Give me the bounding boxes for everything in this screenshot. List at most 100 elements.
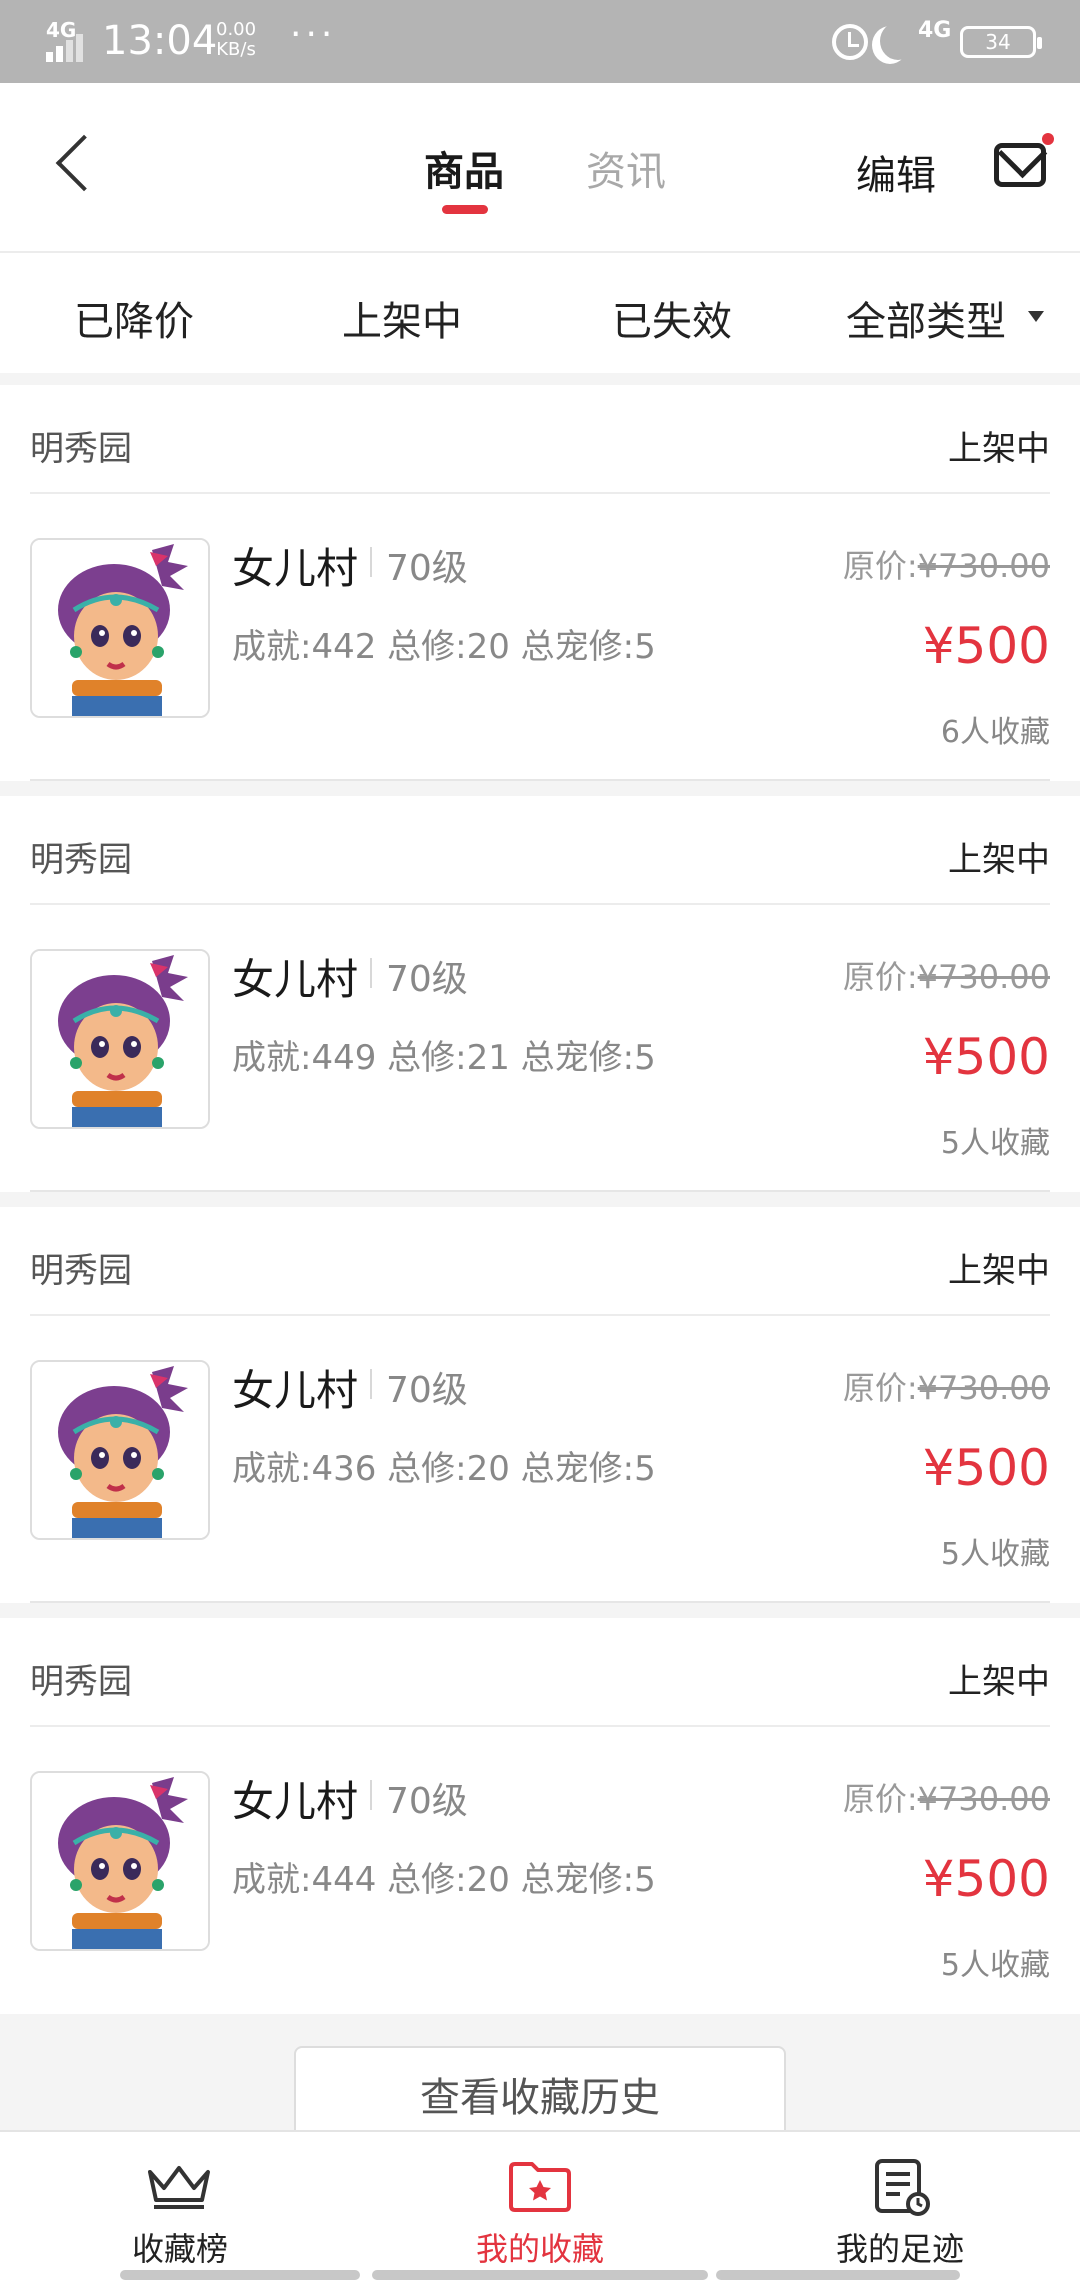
bottom-nav: 收藏榜 我的收藏 我的足迹: [0, 2130, 1080, 2280]
character-avatar-image: [32, 951, 208, 1127]
footprint-doc-icon: [875, 2159, 930, 2216]
character-level: 70级: [386, 548, 468, 589]
original-price: 原价:¥730.00: [843, 541, 1050, 587]
net-speed-unit: KB/s: [216, 39, 256, 60]
top-header: 商品 资讯 编辑: [0, 83, 1080, 253]
filter-expired[interactable]: 已失效: [612, 289, 732, 347]
filter-all-types[interactable]: 全部类型: [846, 289, 1006, 347]
original-price-label: 原价:: [842, 547, 918, 585]
nav-footprints[interactable]: 我的足迹: [720, 2132, 1080, 2280]
character-avatar-image: [32, 1362, 208, 1538]
original-price-label: 原价:: [842, 1780, 918, 1818]
listing-state: 上架中: [948, 1251, 1050, 1291]
nav-my-favorites[interactable]: 我的收藏: [360, 2132, 720, 2280]
favorite-count: 6人收藏: [940, 715, 1050, 750]
net-speed: 0.00 KB/s: [216, 20, 256, 60]
current-price: ¥500: [922, 1439, 1050, 1497]
current-price: ¥500: [922, 617, 1050, 675]
nav-my-favorites-label: 我的收藏: [475, 2230, 604, 2268]
divider: [30, 1601, 1050, 1603]
list-item[interactable]: 明秀园 上架中 女儿村 70级 成就:436 总修:20 总宠修:5 原价:¥7…: [0, 1207, 1080, 1603]
character-thumbnail[interactable]: [30, 1771, 210, 1951]
character-avatar-image: [32, 540, 208, 716]
more-notifications: ···: [290, 14, 337, 55]
original-price-value: ¥730.00: [917, 1369, 1050, 1407]
character-stats: 成就:449 总修:21 总宠修:5: [232, 1038, 656, 1078]
net-speed-value: 0.00: [216, 19, 257, 40]
character-stats: 成就:442 总修:20 总宠修:5: [232, 627, 656, 667]
do-not-disturb-icon: [880, 22, 916, 60]
unread-badge: [1042, 133, 1054, 145]
character-class: 女儿村: [232, 1366, 359, 1415]
nav-ranking-label: 收藏榜: [131, 2230, 228, 2268]
tab-goods[interactable]: 商品: [424, 139, 504, 197]
character-stats: 成就:444 总修:20 总宠修:5: [232, 1860, 656, 1900]
favorite-count: 5人收藏: [940, 1537, 1050, 1572]
favorite-count: 5人收藏: [940, 1126, 1050, 1161]
status-bar: 4G 13:04 0.00 KB/s ··· 4G 34: [0, 0, 1080, 83]
listing-state: 上架中: [948, 429, 1050, 469]
character-thumbnail[interactable]: [30, 538, 210, 718]
favorite-count: 5人收藏: [940, 1948, 1050, 1983]
character-class: 女儿村: [232, 1777, 359, 1826]
separator: [370, 547, 372, 577]
folder-star-icon: [509, 2162, 571, 2212]
shop-name: 明秀园: [30, 1662, 132, 1702]
list-item[interactable]: 明秀园 上架中 女儿村 70级 成就:449 总修:21 总宠修:5 原价:¥7…: [0, 796, 1080, 1192]
separator: [370, 958, 372, 988]
network-right: 4G: [918, 18, 952, 43]
clock: 13:04: [102, 18, 218, 64]
character-class: 女儿村: [232, 955, 359, 1004]
character-level: 70级: [386, 959, 468, 1000]
character-level: 70级: [386, 1781, 468, 1822]
character-stats: 成就:436 总修:20 总宠修:5: [232, 1449, 656, 1489]
list-item[interactable]: 明秀园 上架中 女儿村 70级 成就:444 总修:20 总宠修:5 原价:¥7…: [0, 1618, 1080, 2014]
active-tab-indicator: [442, 205, 488, 214]
chevron-down-icon[interactable]: [1028, 311, 1044, 322]
separator: [370, 1780, 372, 1810]
original-price: 原价:¥730.00: [843, 1774, 1050, 1820]
character-level: 70级: [386, 1370, 468, 1411]
mail-icon[interactable]: [994, 143, 1046, 187]
original-price-label: 原价:: [842, 1369, 918, 1407]
divider: [30, 1725, 1050, 1727]
original-price-label: 原价:: [842, 958, 918, 996]
alarm-icon: [832, 24, 868, 60]
character-class: 女儿村: [232, 544, 359, 593]
divider: [30, 779, 1050, 781]
character-avatar-image: [32, 1773, 208, 1949]
listing-state: 上架中: [948, 840, 1050, 880]
current-price: ¥500: [922, 1028, 1050, 1086]
gesture-bar: [120, 2270, 360, 2280]
filter-on-sale[interactable]: 上架中: [342, 289, 462, 347]
nav-footprints-label: 我的足迹: [835, 2230, 964, 2268]
list-item[interactable]: 明秀园 上架中 女儿村 70级 成就:442 总修:20 总宠修:5 原价:¥7…: [0, 385, 1080, 781]
current-price: ¥500: [922, 1850, 1050, 1908]
battery-icon: 34: [960, 26, 1042, 58]
original-price: 原价:¥730.00: [843, 952, 1050, 998]
shop-name: 明秀园: [30, 840, 132, 880]
edit-button[interactable]: 编辑: [856, 143, 936, 201]
gesture-bar: [716, 2270, 960, 2280]
listing-state: 上架中: [948, 1662, 1050, 1702]
filter-price-dropped[interactable]: 已降价: [74, 289, 194, 347]
character-thumbnail[interactable]: [30, 1360, 210, 1540]
divider: [30, 903, 1050, 905]
signal-icon: 4G: [46, 18, 92, 62]
divider: [30, 1190, 1050, 1192]
nav-ranking[interactable]: 收藏榜: [0, 2132, 360, 2280]
shop-name: 明秀园: [30, 429, 132, 469]
original-price: 原价:¥730.00: [843, 1363, 1050, 1409]
crown-icon: [148, 2166, 210, 2209]
shop-name: 明秀园: [30, 1251, 132, 1291]
separator: [370, 1369, 372, 1399]
back-arrow-icon[interactable]: [55, 134, 113, 192]
network-label: 4G: [46, 18, 77, 42]
original-price-value: ¥730.00: [917, 547, 1050, 585]
divider: [30, 1314, 1050, 1316]
battery-level: 34: [985, 30, 1011, 54]
filter-bar: 已降价 上架中 已失效 全部类型: [0, 253, 1080, 373]
character-thumbnail[interactable]: [30, 949, 210, 1129]
original-price-value: ¥730.00: [917, 958, 1050, 996]
tab-news[interactable]: 资讯: [586, 139, 666, 197]
